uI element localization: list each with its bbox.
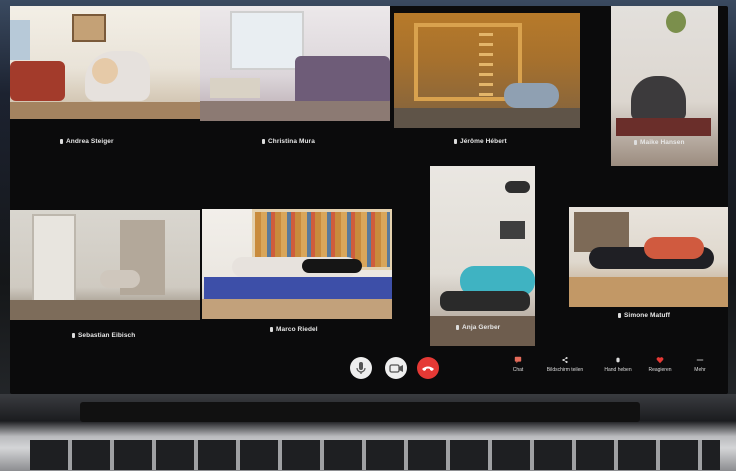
floor-shape — [569, 277, 728, 307]
microphone-icon — [634, 139, 637, 145]
participant-name: Andrea Steiger — [66, 138, 114, 145]
floor-shape — [200, 101, 390, 121]
mat-shape — [616, 118, 711, 136]
chat-button[interactable]: Chat — [498, 356, 538, 373]
yoga-mat — [204, 277, 392, 299]
floor-shape — [202, 299, 392, 319]
leggings-shape — [440, 291, 530, 311]
participant-name: Anja Gerber — [462, 324, 501, 331]
sofa-shape — [10, 61, 65, 101]
camera-icon — [389, 364, 403, 373]
participant-label: Andrea Steiger — [60, 138, 114, 145]
photo-background: Andrea Steiger Christina Mura Jérôme Héb… — [0, 0, 736, 471]
microphone-icon — [618, 312, 621, 318]
floor-shape — [10, 300, 200, 320]
ladder-shape — [479, 33, 493, 103]
participant-name: Simone Matuff — [624, 312, 671, 319]
share-screen-icon — [562, 356, 568, 364]
more-button[interactable]: Mehr — [680, 356, 720, 373]
share-screen-button[interactable]: Bildschirm teilen — [545, 356, 585, 373]
participant-label: Christina Mura — [262, 138, 315, 145]
microphone-button[interactable] — [350, 357, 372, 379]
hang-up-icon — [422, 366, 434, 371]
person-shape — [504, 83, 559, 108]
raise-hand-icon — [616, 357, 620, 363]
participant-label: Maike Hansen — [634, 139, 685, 146]
participant-name: Maike Hansen — [640, 139, 685, 146]
camera-button[interactable] — [385, 357, 407, 379]
more-icon — [696, 359, 704, 361]
floor-shape — [394, 108, 580, 128]
more-label: Mehr — [694, 367, 706, 373]
door-shape — [32, 214, 76, 303]
person-head — [92, 58, 118, 84]
participant-name: Jérôme Hébert — [460, 138, 507, 145]
keyboard-keys — [30, 440, 720, 470]
person-shape — [100, 270, 140, 288]
microphone-icon — [270, 326, 273, 332]
participant-label: Simone Matuff — [618, 312, 670, 319]
video-tile-2[interactable] — [200, 6, 390, 121]
picture-frame — [500, 221, 525, 239]
chat-label: Chat — [512, 367, 524, 373]
floor-shape — [430, 316, 535, 346]
table-shape — [210, 78, 260, 98]
window-shape — [230, 11, 304, 70]
participant-label: Anja Gerber — [456, 324, 500, 331]
video-tile-3[interactable] — [394, 13, 580, 128]
react-button[interactable]: Reagieren — [640, 356, 680, 373]
sofa-shape — [295, 56, 390, 106]
share-screen-label: Bildschirm teilen — [546, 367, 584, 373]
react-label: Reagieren — [648, 367, 672, 373]
microphone-icon — [454, 138, 457, 144]
shirt-shape — [644, 237, 704, 259]
microphone-icon — [356, 362, 366, 374]
microphone-icon — [456, 324, 459, 330]
raise-hand-button[interactable]: Hand heben — [598, 356, 638, 373]
laptop-screen: Andrea Steiger Christina Mura Jérôme Héb… — [10, 6, 728, 394]
floor-shape — [10, 102, 200, 119]
participant-name: Sebastian Eibisch — [78, 332, 136, 339]
furniture-shape — [574, 212, 629, 252]
chat-icon — [514, 356, 522, 364]
lamp-shape — [505, 181, 530, 193]
video-tile-6[interactable] — [202, 209, 392, 319]
person-shape — [631, 76, 686, 121]
microphone-icon — [72, 332, 75, 338]
leggings-shape — [302, 259, 362, 273]
microphone-icon — [262, 138, 265, 144]
laptop-hinge — [80, 402, 640, 422]
participant-label: Sebastian Eibisch — [72, 332, 135, 339]
picture-frame — [72, 14, 106, 42]
participant-name: Christina Mura — [268, 138, 315, 145]
window-shape — [10, 20, 30, 60]
participant-label: Jérôme Hébert — [454, 138, 507, 145]
hang-up-button[interactable] — [417, 357, 439, 379]
video-tile-8[interactable] — [569, 207, 728, 307]
heart-icon — [656, 357, 664, 364]
microphone-icon — [60, 138, 63, 144]
participant-name: Marco Riedel — [276, 326, 318, 333]
video-tile-7[interactable] — [430, 166, 535, 346]
video-tile-1[interactable] — [10, 6, 200, 119]
raise-hand-label: Hand heben — [604, 367, 632, 373]
video-tile-5[interactable] — [10, 210, 200, 320]
participant-label: Marco Riedel — [270, 326, 318, 333]
plant-shape — [666, 11, 686, 33]
